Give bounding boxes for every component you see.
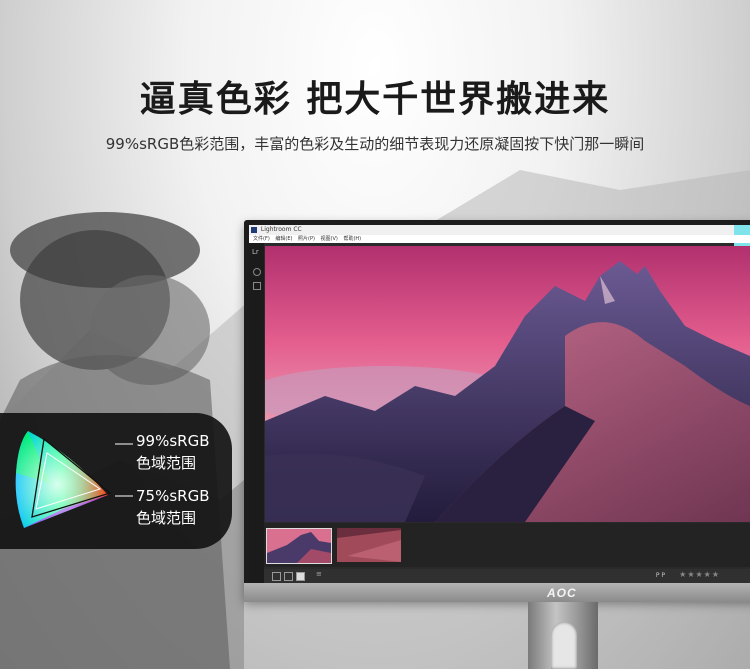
grid-view-icon[interactable] [272,572,281,581]
square-grid-icon[interactable] [284,572,293,581]
detail-view-icon[interactable] [296,572,305,581]
app-title: Lightroom CC [260,226,302,233]
gamut-99-value: 99%sRGB [136,432,210,450]
menu-edit[interactable]: 编辑(E) [275,235,292,243]
left-rail: Lr [249,243,264,583]
menu-view[interactable]: 视图(V) [321,235,338,243]
album-icon[interactable] [253,282,261,290]
gamut-connector-lines [115,443,133,497]
menu-help[interactable]: 帮助(H) [343,235,361,243]
module-mark[interactable]: Lr [252,248,259,256]
search-icon[interactable] [253,268,261,276]
gamut-99-caption: 色域范围 [136,454,197,472]
menu-file[interactable]: 文件(F) [253,235,270,243]
sort-icon[interactable]: ≡ [316,570,323,578]
gamut-75-caption: 色域范围 [136,509,197,527]
stand-cable-slot [551,622,577,669]
color-gamut-icon [15,431,112,528]
headline: 逼真色彩 把大千世界搬进来 [139,79,611,120]
flag-pick[interactable]: P P [656,572,665,579]
filmstrip [264,523,750,567]
app-titlebar: Lightroom CC [249,225,750,247]
main-photo [265,246,750,522]
thumbnail-selected[interactable] [266,528,332,564]
monitor-bezel [244,583,750,602]
bottom-toolbar: ≡ P P ★★★★★ [264,569,750,583]
menu-photo[interactable]: 照片(P) [298,235,315,243]
app-icon [251,227,257,233]
subline: 99%sRGB色彩范围，丰富的色彩及生动的细节表现力还原凝固按下快门那一瞬间 [105,135,645,153]
rating-stars[interactable]: ★★★★★ [679,570,720,579]
thumbnail[interactable] [337,528,401,562]
monitor-screen: Lightroom CC 文件(F) 编辑(E) 照片(P) 视图(V) 帮助(… [249,225,750,583]
brand-logo: AOC [547,586,577,600]
gamut-75-value: 75%sRGB [136,487,210,505]
app-menubar: 文件(F) 编辑(E) 照片(P) 视图(V) 帮助(H) [249,235,750,243]
